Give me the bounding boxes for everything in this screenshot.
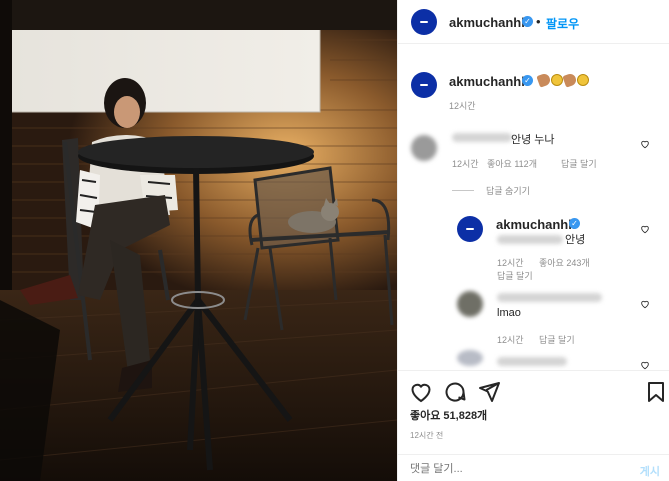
hide-replies-button[interactable]: 답글 숨기기 (486, 184, 530, 197)
caption-emoji (536, 72, 590, 88)
photo-scene (0, 0, 397, 481)
reply-time: 12시간 (497, 258, 524, 268)
like-heart-icon[interactable] (409, 380, 433, 404)
commenter-username[interactable] (452, 133, 512, 142)
reply-button[interactable]: 답글 달기 (539, 333, 575, 346)
mentioned-username[interactable] (497, 235, 563, 244)
reply-time: 12시간 (497, 335, 524, 345)
share-icon[interactable] (477, 380, 501, 404)
reply-avatar[interactable] (457, 216, 483, 242)
verified-icon: ✓ (522, 75, 533, 86)
heart-icon[interactable] (640, 139, 650, 149)
post-comment-button[interactable]: 게시 (640, 463, 660, 479)
heart-icon[interactable] (640, 299, 650, 309)
sun-emoji (551, 74, 563, 87)
reply-text: lmao (497, 307, 521, 319)
follow-button[interactable]: 팔로우 (546, 15, 579, 32)
heart-icon[interactable] (640, 360, 650, 370)
commenter-username[interactable] (497, 357, 567, 366)
peach-emoji (536, 72, 552, 88)
peach-emoji (562, 72, 578, 88)
separator-dot: • (536, 14, 541, 29)
reply-text: 안녕 (565, 234, 586, 246)
verified-icon: ✓ (522, 16, 533, 27)
commenter-avatar[interactable] (411, 135, 437, 161)
comment-text: 안녕 누나 (511, 134, 555, 146)
reply-button[interactable]: 답글 달기 (561, 157, 597, 170)
post-header: akmuchanhk ✓ • 팔로우 (398, 0, 669, 44)
comment-input[interactable] (410, 463, 610, 475)
post-photo[interactable] (0, 0, 397, 481)
like-count[interactable]: 좋아요 51,828개 (410, 407, 487, 423)
hide-replies-line (452, 190, 474, 191)
post-time: 12시간 전 (410, 431, 444, 440)
verified-icon: ✓ (569, 218, 580, 229)
post-panel: akmuchanhk ✓ • 팔로우 akmuchanhk ✓ 12시간 안녕 … (397, 0, 669, 481)
commenter-avatar[interactable] (457, 291, 483, 317)
comment-likes[interactable]: 좋아요 112개 (487, 157, 537, 170)
action-bar (398, 370, 669, 410)
commenter-username[interactable] (497, 293, 602, 302)
bookmark-icon[interactable] (644, 380, 668, 404)
author-avatar[interactable] (411, 9, 437, 35)
comment-time: 12시간 (452, 159, 479, 169)
reply-username[interactable]: akmuchanhk (496, 217, 575, 232)
reply-button[interactable]: 답글 달기 (497, 269, 533, 282)
heart-icon[interactable] (640, 224, 650, 234)
caption-time: 12시간 (449, 101, 476, 111)
caption-avatar[interactable] (411, 72, 437, 98)
sun-emoji (577, 74, 589, 87)
commenter-avatar[interactable] (457, 350, 483, 366)
caption-username[interactable]: akmuchanhk (449, 74, 528, 89)
reply-likes[interactable]: 좋아요 243개 (539, 256, 590, 269)
comment-icon[interactable] (443, 380, 467, 404)
comment-bar: 게시 (398, 454, 669, 481)
author-username[interactable]: akmuchanhk (449, 15, 528, 30)
